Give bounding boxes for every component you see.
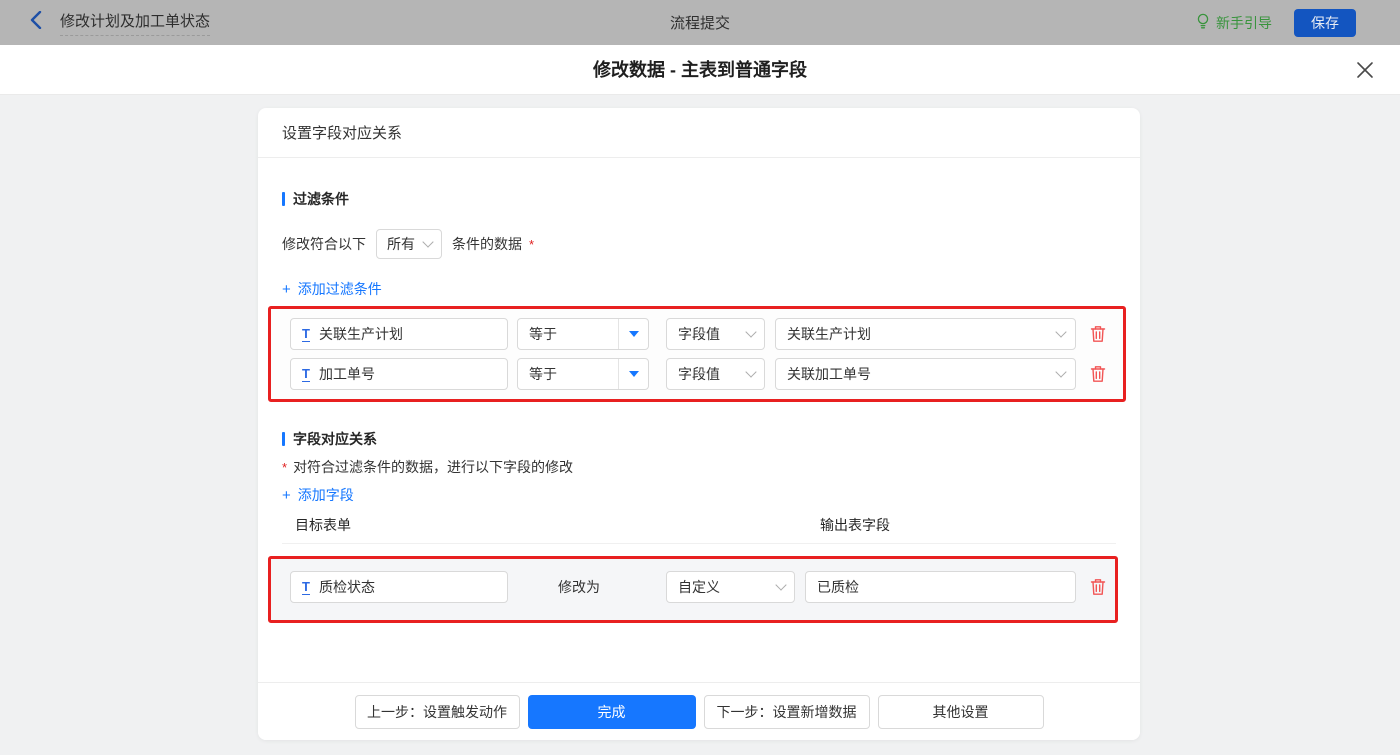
workflow-title[interactable]: 修改计划及加工单状态: [60, 10, 211, 36]
next-step-button[interactable]: 下一步：设置新增数据: [703, 694, 870, 729]
mapping-section-title: 字段对应关系: [282, 429, 377, 449]
mapping-row: T 质检状态 修改为 自定义: [271, 571, 1115, 603]
filter-section-label: 过滤条件: [293, 191, 349, 207]
delete-row-button[interactable]: [1090, 325, 1108, 343]
add-field-label: 添加字段: [297, 487, 354, 503]
filter-rows-highlight-box: T 关联生产计划 等于 字段值 关联生产计划 T 加工单号 等于 字段值 关联加…: [268, 306, 1126, 402]
modal-header: 修改数据 - 主表到普通字段: [0, 45, 1400, 95]
filter-field-select[interactable]: T 关联生产计划: [290, 318, 508, 350]
done-button[interactable]: 完成: [527, 694, 696, 729]
delete-row-button[interactable]: [1090, 365, 1108, 383]
target-form-column-header: 目标表单: [295, 517, 351, 533]
close-button[interactable]: [1356, 61, 1374, 79]
filter-row: T 加工单号 等于 字段值 关联加工单号: [271, 358, 1123, 390]
lightbulb-icon: [1196, 13, 1210, 33]
filter-section-title: 过滤条件: [282, 189, 349, 209]
operator-value: 等于: [529, 366, 557, 382]
match-prefix-label: 修改符合以下: [282, 236, 366, 252]
back-button[interactable]: [26, 10, 46, 35]
value-type-select[interactable]: 字段值: [666, 358, 765, 390]
chevron-down-icon: [1055, 366, 1067, 378]
caret-down-icon: [628, 331, 639, 337]
caret-segment: [618, 359, 648, 389]
delete-row-button[interactable]: [1090, 578, 1108, 596]
filter-value-label: 关联加工单号: [787, 366, 871, 382]
filter-value-label: 关联生产计划: [787, 326, 871, 342]
mapping-rows-highlight-box: T 质检状态 修改为 自定义: [268, 556, 1118, 623]
match-condition-row: 修改符合以下 所有 条件的数据 *: [282, 229, 534, 259]
operator-select[interactable]: 等于: [517, 318, 649, 350]
chevron-down-icon: [775, 579, 787, 591]
mapping-description: * 对符合过滤条件的数据，进行以下字段的修改: [282, 457, 573, 477]
value-type-value: 字段值: [678, 366, 720, 382]
trash-icon: [1090, 326, 1106, 347]
text-field-icon: T: [302, 365, 310, 382]
value-type-select[interactable]: 字段值: [666, 318, 765, 350]
mapping-description-text: 对符合过滤条件的数据，进行以下字段的修改: [293, 459, 574, 475]
panel-footer: 上一步：设置触发动作 完成 下一步：设置新增数据 其他设置: [258, 682, 1140, 740]
topbar-center-label: 流程提交: [669, 15, 731, 32]
modify-to-label: 修改为: [558, 579, 600, 595]
chevron-down-icon: [422, 236, 434, 248]
value-mode-select[interactable]: 自定义: [666, 571, 795, 603]
filter-field-label: 关联生产计划: [318, 326, 403, 342]
chevron-down-icon: [1055, 326, 1067, 338]
chevron-left-icon: [30, 10, 42, 34]
required-asterisk: *: [529, 236, 535, 252]
match-mode-select[interactable]: 所有: [376, 229, 442, 259]
output-field-column-header: 输出表字段: [820, 517, 890, 533]
other-settings-button[interactable]: 其他设置: [877, 694, 1044, 729]
modal-title: 修改数据 - 主表到普通字段: [593, 60, 807, 80]
custom-value-input[interactable]: [805, 571, 1076, 603]
operator-value: 等于: [529, 326, 557, 342]
column-divider: [282, 543, 1116, 544]
save-button[interactable]: 保存: [1294, 8, 1356, 37]
filter-field-select[interactable]: T 加工单号: [290, 358, 508, 390]
match-suffix-label: 条件的数据: [452, 236, 522, 252]
value-mode-value: 自定义: [678, 579, 720, 595]
trash-icon: [1090, 579, 1106, 600]
required-asterisk: *: [282, 459, 288, 475]
filter-row: T 关联生产计划 等于 字段值 关联生产计划: [271, 318, 1123, 350]
target-field-label: 质检状态: [318, 579, 375, 595]
filter-value-select[interactable]: 关联生产计划: [775, 318, 1076, 350]
add-field-link[interactable]: + 添加字段: [282, 485, 354, 505]
trash-icon: [1090, 366, 1106, 387]
add-filter-condition-label: 添加过滤条件: [297, 281, 382, 297]
value-type-value: 字段值: [678, 326, 720, 342]
plus-icon: +: [282, 280, 291, 298]
caret-down-icon: [628, 371, 639, 377]
caret-segment: [618, 319, 648, 349]
section-accent-bar: [282, 192, 285, 206]
filter-field-label: 加工单号: [318, 366, 375, 382]
beginner-guide-button[interactable]: 新手引导: [1196, 13, 1272, 33]
match-mode-value: 所有: [387, 236, 415, 252]
target-field-select[interactable]: T 质检状态: [290, 571, 508, 603]
filter-value-select[interactable]: 关联加工单号: [775, 358, 1076, 390]
chevron-down-icon: [745, 326, 757, 338]
panel-header: 设置字段对应关系: [258, 108, 1140, 158]
operator-select[interactable]: 等于: [517, 358, 649, 390]
text-field-icon: T: [302, 578, 310, 595]
previous-step-button[interactable]: 上一步：设置触发动作: [354, 694, 520, 729]
text-field-icon: T: [302, 325, 310, 342]
mapping-section-label: 字段对应关系: [293, 431, 377, 447]
top-bar: 修改计划及加工单状态 流程提交 新手引导 保存: [0, 0, 1400, 45]
add-filter-condition-link[interactable]: + 添加过滤条件: [282, 279, 382, 299]
close-icon: [1356, 62, 1374, 83]
section-accent-bar: [282, 432, 285, 446]
plus-icon: +: [282, 486, 291, 504]
beginner-guide-label: 新手引导: [1216, 14, 1272, 31]
chevron-down-icon: [745, 366, 757, 378]
settings-panel: 设置字段对应关系 过滤条件 修改符合以下 所有 条件的数据 * + 添加过滤条件…: [258, 108, 1140, 740]
